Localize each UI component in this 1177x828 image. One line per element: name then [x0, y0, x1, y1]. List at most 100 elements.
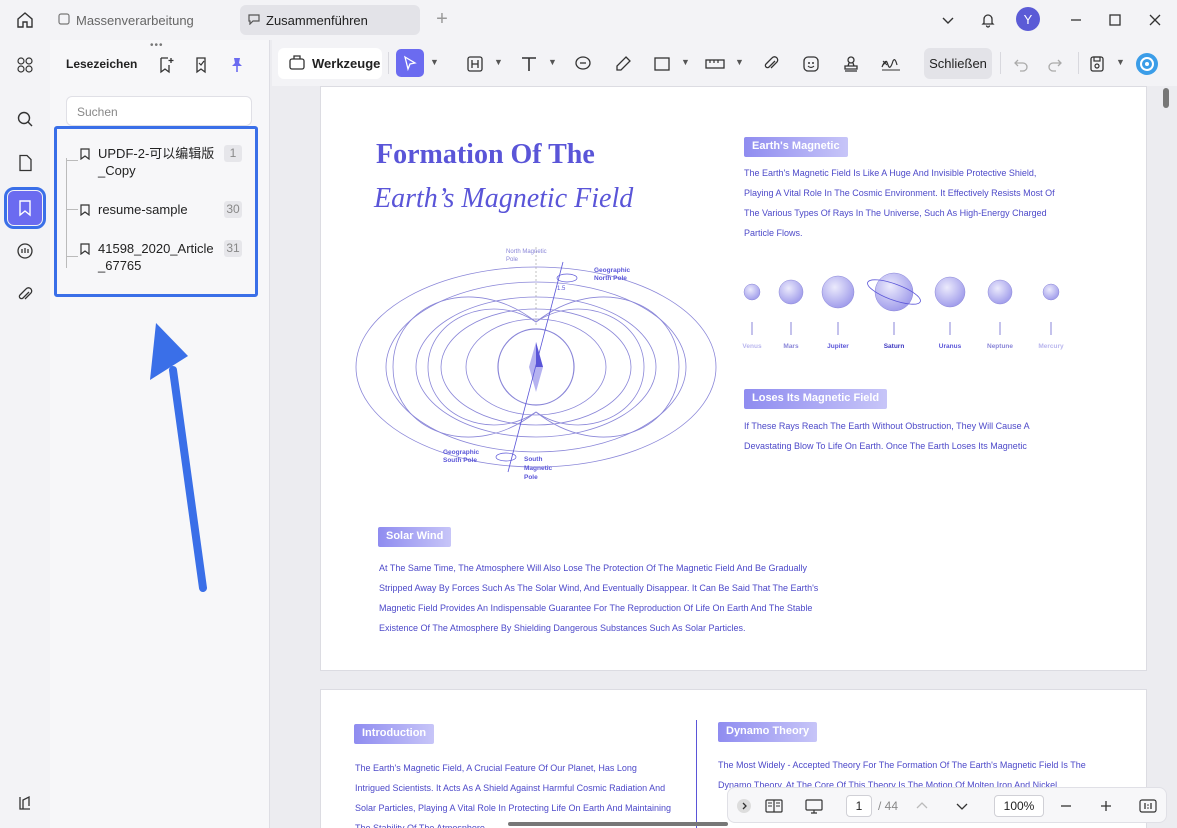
ai-assistant-icon[interactable]: [1134, 51, 1160, 77]
minimize-icon[interactable]: [1062, 8, 1090, 32]
page-total: / 44: [878, 799, 899, 813]
select-tool-button[interactable]: [396, 49, 424, 77]
section-text: At The Same Time, The Atmosphere Will Al…: [379, 563, 819, 633]
planet-label: Mercury: [1038, 343, 1064, 350]
annotation-arrow: [150, 323, 207, 592]
section-heading: Dynamo Theory: [718, 722, 818, 742]
main-toolbar: Werkzeuge ▼ ▼ ▼ ▼ ▼ Schließen ▼: [272, 40, 1177, 86]
highlight-box: [54, 126, 258, 297]
chevron-up-icon[interactable]: [910, 794, 934, 818]
planet-label: Mars: [783, 343, 799, 350]
chevron-down-icon[interactable]: ▼: [681, 57, 690, 67]
diagram-label: South Magnetic Pole: [524, 456, 553, 481]
rectangle-tool-icon[interactable]: [649, 51, 675, 77]
diagram-label: Geographic South Pole: [443, 449, 480, 464]
page-number-input[interactable]: 1: [846, 795, 872, 817]
tab-batch-processing[interactable]: Massenverarbeitung: [50, 5, 236, 35]
diagram-label: North Magnetic Pole: [506, 249, 547, 263]
toolbox-icon: [288, 53, 306, 74]
search-input[interactable]: Suchen: [66, 96, 252, 126]
section-text: The Earth's Magnetic Field, A Crucial Fe…: [355, 763, 672, 828]
chevron-down-icon[interactable]: ▼: [430, 57, 439, 67]
stamp-icon[interactable]: [838, 51, 864, 77]
planet-label: Uranus: [938, 343, 962, 350]
close-icon[interactable]: [1141, 8, 1169, 32]
section-heading: Introduction: [354, 724, 435, 744]
divider: [1078, 52, 1079, 74]
chevron-down-icon[interactable]: ▼: [548, 57, 557, 67]
reading-mode-icon[interactable]: [762, 794, 786, 818]
comments-icon[interactable]: [8, 234, 42, 268]
chevron-down-icon[interactable]: ▼: [735, 57, 744, 67]
comment-tool-icon[interactable]: [570, 51, 596, 77]
section-heading: Earth's Magnetic: [744, 137, 848, 157]
page-thumbnail-icon[interactable]: [8, 146, 42, 180]
left-sidebar: [0, 40, 50, 828]
magnetic-field-diagram: [355, 247, 717, 473]
planet-label: Saturn: [883, 343, 905, 350]
sticker-icon[interactable]: [798, 51, 824, 77]
planet-label: Neptune: [987, 343, 1013, 350]
diagram-label: Geographic North Pole: [594, 267, 631, 282]
section-heading: Loses Its Magnetic Field: [744, 389, 888, 409]
save-icon[interactable]: [1084, 51, 1110, 77]
horizontal-scrollbar[interactable]: [508, 822, 728, 826]
heading-tool-icon[interactable]: [462, 51, 488, 77]
maximize-icon[interactable]: [1101, 8, 1129, 32]
add-tab-icon[interactable]: +: [430, 8, 454, 32]
chevron-down-icon[interactable]: [934, 8, 962, 32]
chevron-down-icon[interactable]: ▼: [1116, 57, 1125, 67]
tab-merge[interactable]: Zusammenführen: [240, 5, 420, 35]
bookmark-panel: ••• Lesezeichen Suchen UPDF-2-可以编辑版_Copy…: [50, 40, 270, 828]
add-bookmark-icon[interactable]: [153, 52, 179, 78]
signature-icon[interactable]: [878, 51, 904, 77]
section-heading: Solar Wind: [378, 527, 452, 547]
drag-handle-icon[interactable]: •••: [150, 40, 164, 51]
tab-icon: [58, 12, 70, 28]
diagram-label: 1.5: [557, 286, 566, 292]
page-title: Formation Of The: [376, 139, 595, 170]
bell-icon[interactable]: [974, 8, 1002, 32]
zoom-out-icon[interactable]: [1054, 794, 1078, 818]
page-subtitle: Earth’s Magnetic Field: [374, 183, 634, 214]
highlighter-icon[interactable]: [610, 51, 636, 77]
redo-icon[interactable]: [1042, 51, 1068, 77]
section-text: The Earth's Magnetic Field Is Like A Hug…: [744, 168, 1055, 238]
zoom-level[interactable]: 100%: [994, 795, 1044, 817]
home-icon[interactable]: [12, 8, 38, 32]
planet-label: Jupiter: [827, 343, 849, 350]
tools-label: Werkzeuge: [312, 56, 381, 71]
title-bar: Massenverarbeitung Zusammenführen + Y: [0, 0, 1177, 40]
page-navigation-bar: 1 / 44 100%: [727, 787, 1167, 823]
vertical-scrollbar[interactable]: [1163, 88, 1169, 108]
measure-tool-icon[interactable]: [702, 51, 728, 77]
tab-label: Massenverarbeitung: [76, 12, 194, 28]
collapse-arrow-icon[interactable]: [732, 794, 756, 818]
avatar[interactable]: Y: [1016, 7, 1040, 31]
chevron-down-icon[interactable]: ▼: [494, 57, 503, 67]
chevron-down-icon[interactable]: [950, 794, 974, 818]
tools-button[interactable]: Werkzeuge: [278, 48, 382, 79]
bookmark-outline-icon[interactable]: [188, 52, 214, 78]
attachment-icon[interactable]: [758, 51, 784, 77]
text-tool-icon[interactable]: [516, 51, 542, 77]
divider: [388, 52, 389, 74]
section-text: If These Rays Reach The Earth Without Ob…: [744, 421, 1030, 451]
column-divider: [696, 720, 697, 828]
presentation-icon[interactable]: [802, 794, 826, 818]
comment-icon: [248, 13, 260, 28]
attachment-icon[interactable]: [8, 278, 42, 312]
zoom-in-icon[interactable]: [1094, 794, 1118, 818]
document-viewer[interactable]: Formation Of The Earth’s Magnetic Field: [272, 86, 1177, 828]
bookmark-icon[interactable]: [4, 187, 46, 229]
planets-illustration: [743, 272, 1060, 335]
undo-icon[interactable]: [1008, 51, 1034, 77]
close-tools-button[interactable]: Schließen: [924, 48, 992, 79]
tab-label: Zusammenführen: [266, 12, 368, 28]
actual-size-icon[interactable]: [1136, 794, 1160, 818]
layers-icon[interactable]: [8, 786, 42, 820]
search-icon[interactable]: [8, 102, 42, 136]
pin-icon[interactable]: [224, 52, 250, 78]
panel-title: Lesezeichen: [66, 57, 138, 71]
apps-icon[interactable]: [8, 48, 42, 82]
